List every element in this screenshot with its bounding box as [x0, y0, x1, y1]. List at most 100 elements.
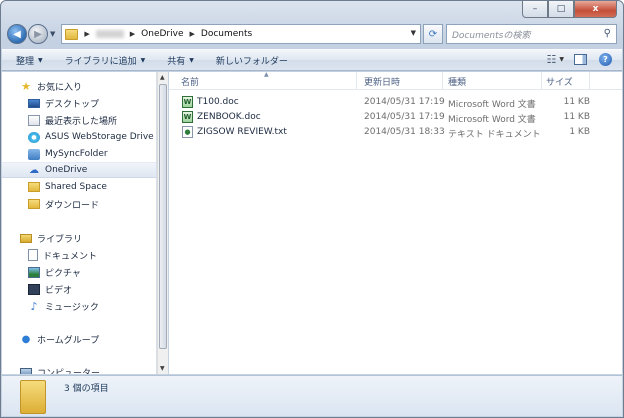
- nav-asus-webstorage[interactable]: ● ASUS WebStorage Drive: [2, 129, 156, 145]
- nav-recent-places[interactable]: 最近表示した場所: [2, 112, 156, 128]
- nav-downloads[interactable]: ダウンロード: [2, 196, 156, 212]
- share-label: 共有: [167, 56, 186, 67]
- breadcrumb-chevron-icon[interactable]: ▶: [84, 30, 89, 38]
- nav-documents-library[interactable]: ドキュメント: [2, 247, 156, 263]
- address-dropdown-icon[interactable]: ▼: [411, 29, 416, 37]
- file-row[interactable]: W T100.doc 2014/05/31 17:19 Microsoft Wo…: [169, 95, 622, 110]
- scroll-down-icon[interactable]: ▼: [160, 365, 165, 372]
- nav-label: ダウンロード: [45, 200, 100, 211]
- downloads-icon: [28, 199, 40, 209]
- libraries-icon: [20, 233, 32, 243]
- nav-label: お気に入り: [37, 82, 83, 93]
- close-button[interactable]: x: [574, 1, 617, 18]
- column-header: ▲ 名前 更新日時 種類 サイズ: [169, 71, 622, 90]
- column-divider[interactable]: [356, 72, 357, 90]
- word-document-icon: W: [182, 96, 193, 108]
- navigation-scrollbar[interactable]: ▲ ▼: [157, 72, 168, 374]
- refresh-icon: ⟳: [428, 28, 438, 40]
- column-divider[interactable]: [541, 72, 542, 90]
- file-name: T100.doc: [197, 97, 239, 107]
- help-icon[interactable]: ?: [599, 53, 612, 66]
- back-button[interactable]: ◀: [7, 24, 27, 44]
- navigation-pane: ★ お気に入り デスクトップ 最近表示した場所 ● ASUS WebStorage …: [2, 72, 157, 374]
- nav-label: ライブラリ: [37, 234, 83, 245]
- search-icon[interactable]: ⚲: [604, 28, 611, 39]
- nav-homegroup[interactable]: ● ホームグループ: [2, 331, 156, 347]
- details-pane: 3 個の項目: [2, 375, 622, 416]
- nav-shared-space[interactable]: Shared Space: [2, 179, 156, 195]
- nav-label: MySyncFolder: [45, 149, 108, 159]
- new-folder-button[interactable]: 新しいフォルダー: [216, 54, 288, 67]
- column-type[interactable]: 種類: [448, 75, 466, 88]
- column-divider[interactable]: [442, 72, 443, 90]
- pictures-icon: [28, 266, 40, 278]
- file-name: ZIGSOW REVIEW.txt: [197, 127, 287, 137]
- file-date: 2014/05/31 18:33: [364, 127, 445, 137]
- file-row[interactable]: W ZENBOOK.doc 2014/05/31 17:19 Microsoft…: [169, 110, 622, 125]
- file-type: テキスト ドキュメント: [448, 130, 541, 140]
- address-bar[interactable]: ▶ ▶ OneDrive ▶ Documents ▼: [61, 24, 421, 44]
- sort-ascending-icon: ▲: [264, 71, 269, 78]
- command-bar: 整理 ▼ ライブラリに追加 ▼ 共有 ▼ 新しいフォルダー ☷ ▼ ?: [2, 49, 622, 71]
- column-date[interactable]: 更新日時: [364, 75, 400, 88]
- video-icon: [28, 283, 40, 295]
- nav-music[interactable]: ♪ ミュージック: [2, 298, 156, 314]
- star-icon: ★: [21, 79, 31, 93]
- organize-label: 整理: [16, 56, 35, 67]
- folder-icon: [20, 380, 46, 414]
- scroll-up-icon[interactable]: ▲: [160, 74, 165, 81]
- file-size: 1 KB: [569, 127, 590, 137]
- refresh-button[interactable]: ⟳: [423, 24, 443, 44]
- view-options-icon[interactable]: ☷: [547, 53, 557, 66]
- add-to-library-label: ライブラリに追加: [64, 56, 137, 67]
- nav-desktop[interactable]: デスクトップ: [2, 95, 156, 111]
- nav-onedrive[interactable]: ☁ OneDrive: [2, 162, 156, 178]
- maximize-button[interactable]: □: [548, 1, 574, 18]
- column-divider[interactable]: [589, 72, 590, 90]
- organize-menu[interactable]: 整理 ▼: [16, 54, 43, 67]
- dropdown-arrow-icon: ▼: [140, 56, 146, 64]
- view-controls: ☷ ▼ ?: [547, 53, 612, 66]
- share-menu[interactable]: 共有 ▼: [167, 54, 194, 67]
- dropdown-arrow-icon: ▼: [189, 56, 194, 64]
- nav-label: Shared Space: [45, 182, 107, 192]
- nav-pictures[interactable]: ピクチャ: [2, 264, 156, 280]
- nav-mysyncfolder[interactable]: MySyncFolder: [2, 146, 156, 162]
- back-arrow-icon: ◀: [13, 28, 21, 40]
- nav-label: 最近表示した場所: [45, 116, 118, 127]
- breadcrumb-chevron-icon[interactable]: ▶: [190, 30, 195, 38]
- breadcrumb-onedrive[interactable]: OneDrive: [141, 29, 183, 39]
- search-input[interactable]: Documentsの検索: [452, 28, 530, 41]
- explorer-window: – □ x ◀ ▶ ▼ ▶ ▶ OneDrive ▶ Documents ▼ ⟳…: [0, 0, 624, 418]
- file-row[interactable]: ● ZIGSOW REVIEW.txt 2014/05/31 18:33 テキス…: [169, 125, 622, 140]
- nav-libraries[interactable]: ライブラリ: [2, 230, 156, 246]
- cloud-icon: ☁: [29, 164, 39, 176]
- forward-button[interactable]: ▶: [28, 24, 48, 44]
- file-type: Microsoft Word 文書: [448, 100, 536, 110]
- add-to-library-menu[interactable]: ライブラリに追加 ▼: [65, 54, 146, 67]
- column-name[interactable]: 名前: [181, 75, 199, 88]
- search-box[interactable]: Documentsの検索 ⚲: [446, 24, 617, 44]
- nav-favorites[interactable]: ★ お気に入り: [2, 78, 156, 94]
- folder-icon: [65, 28, 79, 40]
- breadcrumb-user[interactable]: [95, 30, 124, 38]
- scroll-thumb[interactable]: [159, 84, 167, 349]
- caption-buttons: – □ x: [522, 1, 617, 18]
- breadcrumb-chevron-icon[interactable]: ▶: [130, 30, 135, 38]
- folder-icon: [28, 182, 40, 192]
- recent-pages-dropdown[interactable]: ▼: [50, 30, 55, 38]
- file-name: ZENBOOK.doc: [197, 112, 261, 122]
- nav-computer[interactable]: コンピューター: [2, 364, 156, 375]
- nav-label: コンピューター: [37, 368, 101, 375]
- preview-pane-icon[interactable]: [574, 54, 587, 65]
- view-dropdown-icon[interactable]: ▼: [559, 56, 564, 63]
- asus-webstorage-icon: ●: [28, 131, 40, 143]
- column-size[interactable]: サイズ: [546, 75, 573, 88]
- nav-label: ホームグループ: [37, 335, 100, 346]
- new-folder-label: 新しいフォルダー: [215, 56, 288, 67]
- nav-videos[interactable]: ビデオ: [2, 281, 156, 297]
- minimize-button[interactable]: –: [522, 1, 548, 18]
- forward-arrow-icon: ▶: [34, 28, 42, 40]
- file-date: 2014/05/31 17:19: [364, 97, 445, 107]
- breadcrumb-documents[interactable]: Documents: [201, 29, 252, 39]
